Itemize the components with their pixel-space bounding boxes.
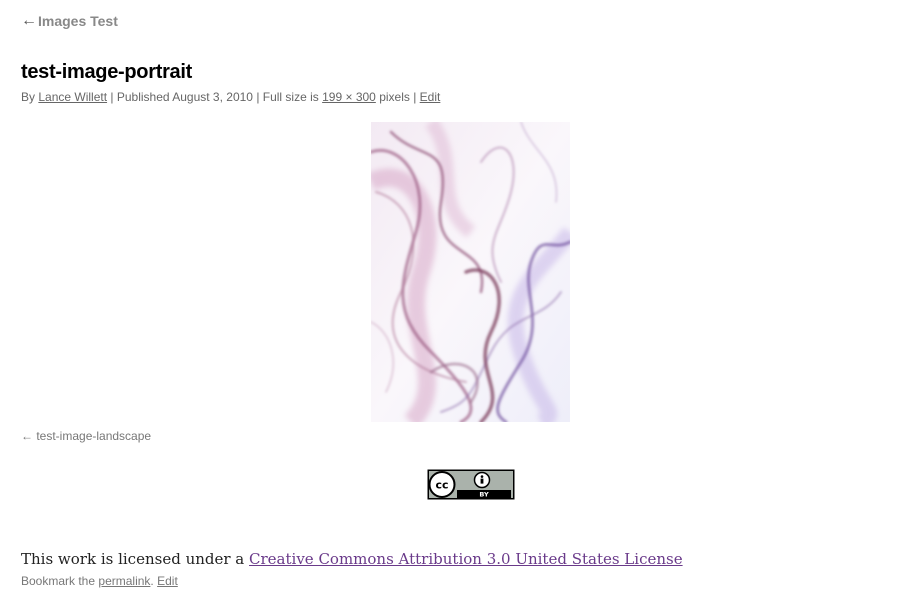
license-statement: This work is licensed under a Creative C… [21, 550, 683, 568]
published-date: August 3, 2010 [172, 90, 253, 104]
back-to-gallery-link[interactable]: ← Images Test [21, 12, 118, 30]
attachment-image[interactable] [371, 122, 570, 422]
utility-separator: . [150, 574, 154, 588]
back-link-label: Images Test [38, 13, 118, 29]
attachment-page: ← Images Test test-image-portrait By Lan… [0, 0, 897, 616]
previous-image-link[interactable]: ← test-image-landscape [21, 429, 151, 443]
bookmark-label: Bookmark the [21, 574, 96, 588]
meta-published-label: | Published [110, 90, 170, 104]
author-link[interactable]: Lance Willett [38, 90, 107, 104]
smoke-photo-icon [371, 122, 570, 422]
by-badge-text: BY [479, 491, 489, 499]
meta-fullsize-label: | Full size is [256, 90, 319, 104]
entry-utility: Bookmark the permalink. Edit [21, 574, 178, 588]
meta-by-label: By [21, 90, 36, 104]
license-link[interactable]: Creative Commons Attribution 3.0 United … [249, 550, 683, 568]
cc-badge-text: cc [435, 479, 448, 492]
left-arrow-icon: ← [21, 429, 33, 443]
creative-commons-by-icon: cc BY [427, 469, 515, 500]
entry-meta: By Lance Willett | Published August 3, 2… [21, 90, 440, 104]
full-size-link[interactable]: 199 × 300 [322, 90, 376, 104]
left-arrow-icon: ← [21, 12, 37, 29]
page-title: test-image-portrait [21, 61, 192, 83]
meta-pixels-label: pixels | [379, 90, 417, 104]
cc-license-badge[interactable]: cc BY [427, 469, 515, 500]
permalink-link[interactable]: permalink [98, 574, 150, 588]
license-prefix: This work is licensed under a [21, 550, 245, 568]
edit-link-footer[interactable]: Edit [157, 574, 178, 588]
edit-link[interactable]: Edit [420, 90, 441, 104]
previous-image-label: test-image-landscape [36, 429, 152, 443]
